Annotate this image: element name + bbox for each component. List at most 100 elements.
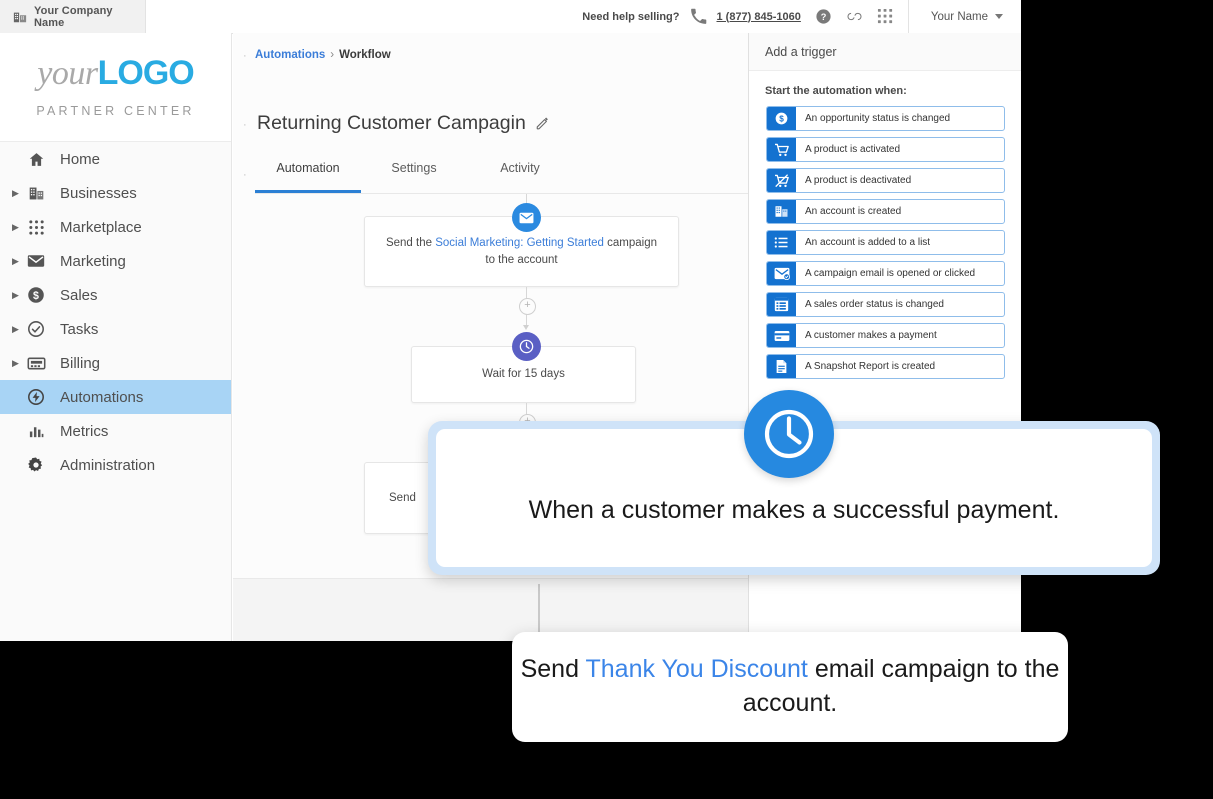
chain-link-icon[interactable] <box>846 8 863 25</box>
chevron-down-icon <box>995 14 1003 19</box>
trigger-option-label: A sales order status is changed <box>805 299 944 310</box>
bolt-circle-icon <box>25 386 47 408</box>
page-title: Returning Customer Campagin <box>257 112 550 135</box>
workflow-card-text: Wait for 15 days <box>482 368 565 381</box>
sidebar-item-home[interactable]: Home <box>0 142 231 176</box>
sidebar-item-administration[interactable]: Administration <box>0 448 231 482</box>
sidebar-item-label: Metrics <box>60 422 109 440</box>
sidebar-item-label: Tasks <box>60 320 99 338</box>
sidebar-item-businesses[interactable]: ▶ Businesses <box>0 176 231 210</box>
workflow-node-clock[interactable] <box>512 332 541 361</box>
list-icon <box>767 231 796 254</box>
check-circle-icon <box>25 318 47 340</box>
chevron-right-icon: ▶ <box>12 289 19 300</box>
need-help-label: Need help selling? <box>582 10 680 23</box>
add-step-button[interactable]: + <box>519 298 536 315</box>
campaign-link: Thank You Discount <box>585 655 808 684</box>
sidebar-item-label: Sales <box>60 286 98 304</box>
sidebar-item-label: Marketing <box>60 252 126 270</box>
user-name-label: Your Name <box>930 10 988 23</box>
trigger-option-label: A product is activated <box>805 144 901 155</box>
tab-automation[interactable]: Automation <box>255 161 361 193</box>
cart-crossed-icon <box>767 169 796 192</box>
sidebar-nav-list: Home ▶ Businesses ▶ Marketplace ▶ Market… <box>0 142 231 482</box>
sidebar-item-sales[interactable]: ▶ $ Sales <box>0 278 231 312</box>
sidebar: yourLOGO PARTNER CENTER Home ▶ Businesse… <box>0 33 232 641</box>
document-icon <box>767 355 796 378</box>
workflow-node-envelope[interactable] <box>512 203 541 232</box>
trigger-option-snapshot-report[interactable]: A Snapshot Report is created <box>766 354 1005 379</box>
trigger-option-campaign-email[interactable]: A campaign email is opened or clicked <box>766 261 1005 286</box>
trigger-option-product-deactivated[interactable]: A product is deactivated <box>766 168 1005 193</box>
trigger-option-sales-order[interactable]: A sales order status is changed <box>766 292 1005 317</box>
tab-activity[interactable]: Activity <box>467 161 573 193</box>
text-before: Send the <box>385 236 436 249</box>
trigger-option-opportunity-status[interactable]: $ An opportunity status is changed <box>766 106 1005 131</box>
chevron-right-icon: ▶ <box>12 255 19 266</box>
trigger-panel-header: Add a trigger <box>749 33 1021 71</box>
home-icon <box>25 148 47 170</box>
chevron-right-icon: ▶ <box>12 221 19 232</box>
sidebar-item-label: Marketplace <box>60 218 142 236</box>
svg-text:$: $ <box>33 290 39 302</box>
calculator-icon <box>25 352 47 374</box>
trigger-option-label: An account is added to a list <box>805 237 931 248</box>
logo-main-text: LOGO <box>97 54 195 92</box>
breadcrumb-parent-link[interactable]: Automations <box>255 49 325 61</box>
callout-send-email-description: Send Thank You Discount email campaign t… <box>512 632 1068 742</box>
support-phone-link[interactable]: 1 (877) 845-1060 <box>716 11 800 23</box>
bar-chart-icon <box>25 420 47 442</box>
user-menu[interactable]: Your Name <box>907 0 1021 33</box>
trigger-option-label: A product is deactivated <box>805 175 912 186</box>
workflow-arrowhead <box>523 325 529 330</box>
trigger-option-account-added-list[interactable]: An account is added to a list <box>766 230 1005 255</box>
pencil-icon[interactable] <box>535 116 550 131</box>
question-circle-icon[interactable]: ? <box>815 8 832 25</box>
sidebar-item-label: Automations <box>60 388 144 406</box>
trigger-panel-subtitle: Start the automation when: <box>765 85 907 97</box>
campaign-link[interactable]: Social Marketing: Getting Started <box>435 237 604 249</box>
sidebar-item-tasks[interactable]: ▶ Tasks <box>0 312 231 346</box>
sidebar-item-automations[interactable]: Automations <box>0 380 231 414</box>
sidebar-item-metrics[interactable]: Metrics <box>0 414 231 448</box>
chevron-right-icon: ▶ <box>12 323 19 334</box>
vertical-divider <box>538 584 540 636</box>
company-tab[interactable]: Your Company Name <box>0 0 146 33</box>
logo-block: yourLOGO PARTNER CENTER <box>0 33 231 142</box>
page-title-text: Returning Customer Campagin <box>257 112 526 134</box>
trigger-option-label: A Snapshot Report is created <box>805 361 936 372</box>
credit-card-icon <box>767 324 796 347</box>
chevron-right-icon: ▶ <box>12 357 19 368</box>
text-before: Send <box>520 655 586 684</box>
apps-grid-icon <box>25 216 47 238</box>
order-table-icon <box>767 293 796 316</box>
sidebar-item-marketing[interactable]: ▶ Marketing <box>0 244 231 278</box>
building-icon <box>13 10 27 24</box>
trigger-option-label: A customer makes a payment <box>805 330 937 341</box>
phone-icon <box>690 8 707 25</box>
clock-icon <box>744 390 834 478</box>
chevron-right-icon: ▶ <box>12 187 19 198</box>
trigger-option-label: An opportunity status is changed <box>805 113 951 124</box>
breadcrumb-separator: › <box>330 49 335 61</box>
logo-subtitle: PARTNER CENTER <box>36 104 195 118</box>
trigger-option-label: A campaign email is opened or clicked <box>805 268 976 279</box>
apps-grid-icon[interactable] <box>877 8 894 25</box>
cart-icon <box>767 138 796 161</box>
breadcrumb: Automations › Workflow <box>255 49 391 61</box>
building-icon <box>25 182 47 204</box>
envelope-icon <box>25 250 47 272</box>
dollar-circle-icon: $ <box>767 107 796 130</box>
breadcrumb-current: Workflow <box>339 49 391 61</box>
sidebar-item-billing[interactable]: ▶ Billing <box>0 346 231 380</box>
trigger-option-account-created[interactable]: An account is created <box>766 199 1005 224</box>
callout-text: Send Thank You Discount email campaign t… <box>512 653 1068 721</box>
sidebar-item-marketplace[interactable]: ▶ Marketplace <box>0 210 231 244</box>
sidebar-item-label: Administration <box>60 456 156 474</box>
sidebar-item-label: Businesses <box>60 184 137 202</box>
svg-text:?: ? <box>821 12 827 22</box>
trigger-option-product-activated[interactable]: A product is activated <box>766 137 1005 162</box>
trigger-option-customer-payment[interactable]: A customer makes a payment <box>766 323 1005 348</box>
trigger-panel-title: Add a trigger <box>765 44 837 59</box>
tab-settings[interactable]: Settings <box>361 161 467 193</box>
